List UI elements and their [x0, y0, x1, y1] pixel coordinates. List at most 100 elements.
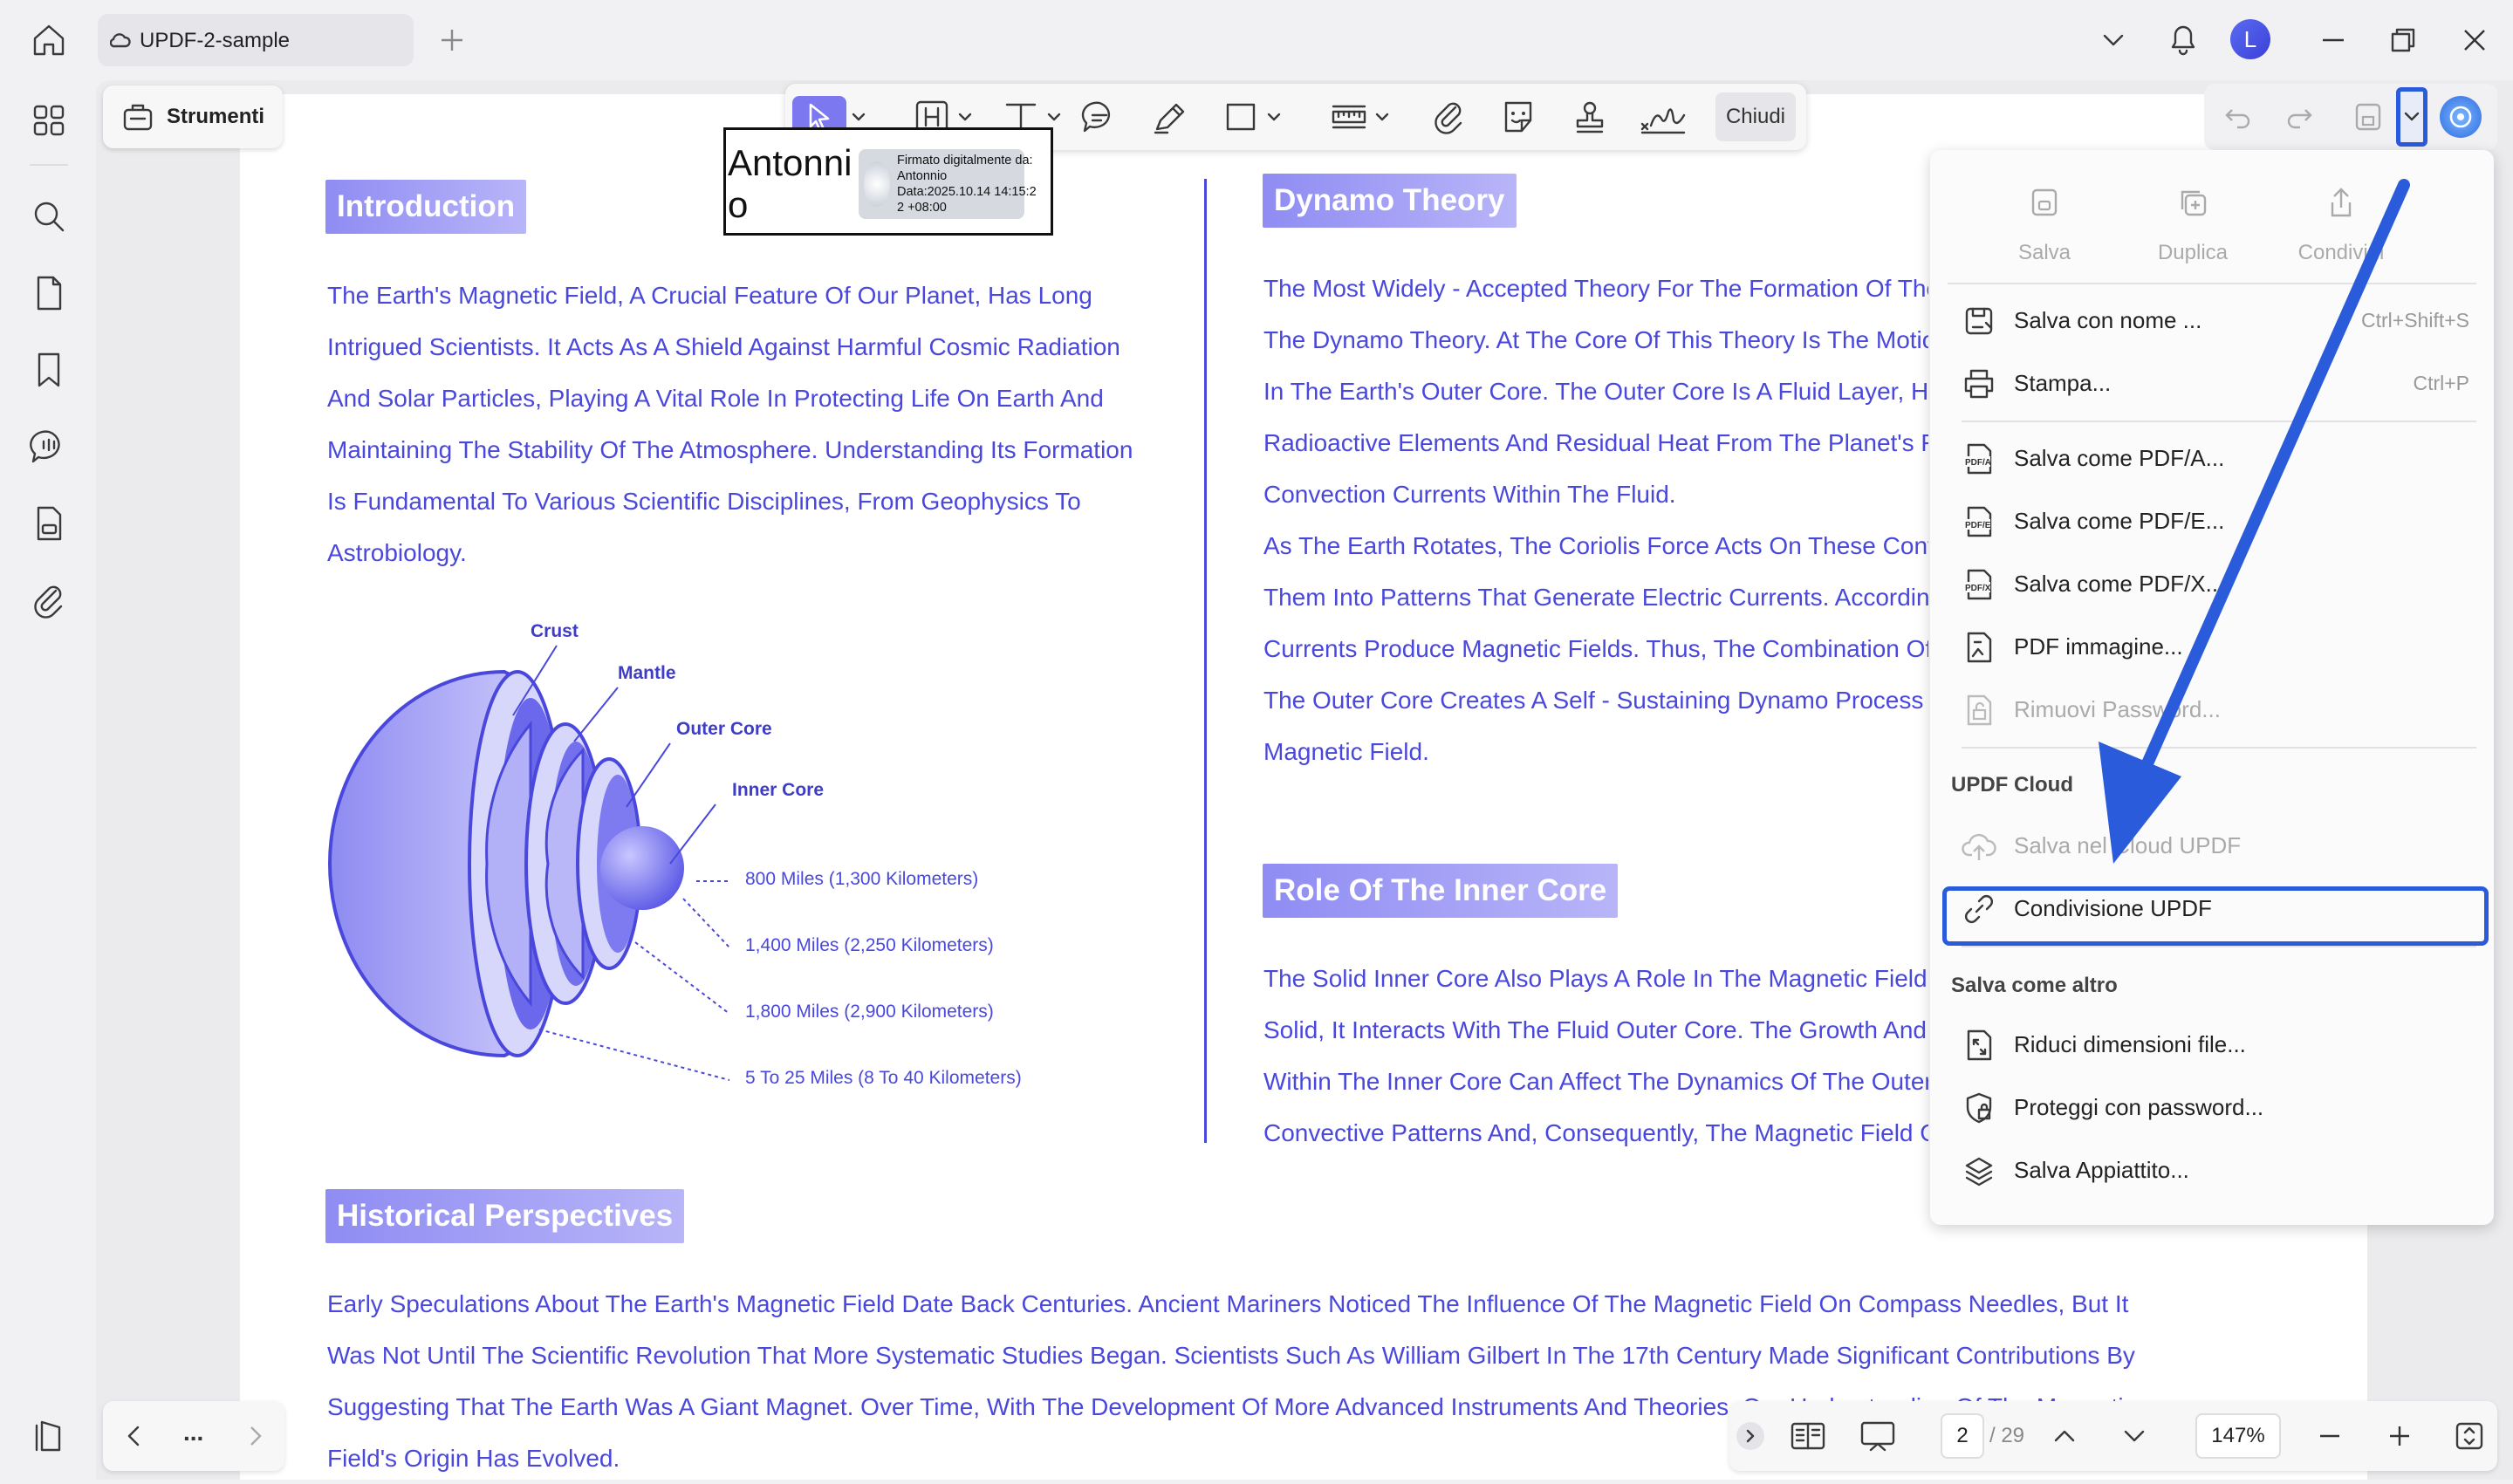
pencil-tool-icon[interactable]: [1148, 96, 1190, 138]
notification-bell-icon[interactable]: [2166, 19, 2201, 58]
zoom-in-icon[interactable]: [2386, 1422, 2414, 1450]
form-icon[interactable]: [26, 501, 72, 546]
stamp-tool-icon[interactable]: [1569, 96, 1611, 138]
text-line: Intrigued Scientists. It Acts As A Shiel…: [327, 333, 1120, 360]
presentation-icon[interactable]: [1859, 1419, 1897, 1453]
close-window-icon[interactable]: [2461, 26, 2489, 54]
save-icon[interactable]: [2351, 99, 2386, 134]
menu-item-remove-password[interactable]: Rimuovi Password...: [1949, 679, 2480, 742]
digital-signature-field[interactable]: Antonnio Firmato digitalmente da: Antonn…: [723, 127, 1053, 236]
signature-name: Antonnio: [728, 142, 853, 225]
intro-heading: Introduction: [325, 180, 527, 234]
pdfa-icon: PDF/A: [1962, 441, 1996, 476]
chevron-down-icon[interactable]: [1373, 96, 1391, 138]
minimize-icon[interactable]: [2319, 26, 2347, 54]
menu-item-label: PDF immagine...: [2014, 633, 2183, 660]
highlighted-menu-item-outline: [1942, 886, 2489, 946]
save-as-icon: [1962, 304, 1996, 339]
signature-stamp: Firmato digitalmente da: Antonnio Data:2…: [859, 149, 1037, 219]
menu-item-shortcut: Ctrl+P: [2413, 372, 2469, 394]
menu-item-save-pdfx[interactable]: PDF/X Salva come PDF/X...: [1949, 553, 2480, 616]
text-line: Early Speculations About The Earth's Mag…: [327, 1290, 2129, 1317]
intro-paragraph: The Earth's Magnetic Field, A Crucial Fe…: [327, 270, 1133, 578]
chevron-down-icon[interactable]: [1265, 96, 1283, 138]
menu-item-image-pdf[interactable]: PDF immagine...: [1949, 616, 2480, 679]
avatar[interactable]: L: [2230, 19, 2270, 59]
text-line: In The Earth's Outer Core. The Outer Cor…: [1263, 378, 1928, 405]
pdfe-icon-text: PDF/E: [1965, 521, 1991, 530]
menu-item-print[interactable]: Stampa... Ctrl+P: [1949, 352, 2480, 415]
page-number-input[interactable]: 2: [1941, 1413, 1984, 1459]
pdfe-icon: PDF/E: [1962, 504, 1996, 539]
bookmark-icon[interactable]: [26, 347, 72, 393]
text-line: Radioactive Elements And Residual Heat F…: [1263, 429, 1928, 456]
layers-icon[interactable]: [26, 1413, 72, 1459]
chevron-down-icon[interactable]: [2099, 26, 2127, 54]
search-icon[interactable]: [26, 194, 72, 239]
chevron-right-icon[interactable]: [241, 1422, 269, 1450]
duplicate-button[interactable]: Duplica: [2119, 185, 2267, 265]
menu-item-save-as[interactable]: Salva con nome ... Ctrl+Shift+S: [1949, 290, 2480, 352]
text-line: Solid, It Interacts With The Fluid Outer…: [1263, 1016, 1928, 1043]
menu-item-reduce-size[interactable]: Riduci dimensioni file...: [1949, 1014, 2480, 1077]
chevron-up-icon[interactable]: [2051, 1422, 2078, 1450]
sticker-tool-icon[interactable]: [1497, 96, 1539, 138]
menu-item-save-to-cloud[interactable]: Salva nel Cloud UPDF: [1949, 815, 2480, 878]
tools-button[interactable]: Strumenti: [103, 85, 283, 148]
unlock-file-icon: [1962, 693, 1996, 728]
menu-item-protect-password[interactable]: Proteggi con password...: [1949, 1077, 2480, 1139]
save-options-dropdown[interactable]: [2396, 87, 2427, 147]
fit-page-icon[interactable]: [2454, 1420, 2485, 1452]
attachment-icon[interactable]: [26, 578, 72, 623]
comment-tool-icon[interactable]: [1078, 96, 1120, 138]
menu-item-save-pdfe[interactable]: PDF/E Salva come PDF/E...: [1949, 490, 2480, 553]
zoom-level[interactable]: 147%: [2195, 1413, 2281, 1459]
menu-item-label: Salva come PDF/E...: [2014, 508, 2225, 534]
signature-tool-icon[interactable]: [1639, 96, 1688, 138]
comment-icon[interactable]: [26, 424, 72, 469]
reading-mode-icon[interactable]: [1789, 1419, 1827, 1453]
document-tab[interactable]: UPDF-2-sample: [98, 14, 414, 66]
more-button[interactable]: ...: [183, 1419, 203, 1446]
thumbnails-icon[interactable]: [26, 98, 72, 143]
text-line: And Solar Particles, Playing A Vital Rol…: [327, 385, 1104, 412]
text-line: The Dynamo Theory. At The Core Of This T…: [1263, 326, 1928, 353]
chevron-down-icon[interactable]: [2120, 1422, 2148, 1450]
zoom-out-icon[interactable]: [2316, 1422, 2344, 1450]
menu-item-label: Salva nel Cloud UPDF: [2014, 832, 2242, 858]
shield-lock-icon: [1962, 1091, 1996, 1125]
menu-item-save-flattened[interactable]: Salva Appiattito...: [1949, 1139, 2480, 1202]
quick-save-button[interactable]: Salva: [1970, 185, 2119, 265]
share-button[interactable]: Condividi: [2267, 185, 2415, 265]
new-tab-icon[interactable]: [438, 26, 466, 54]
rectangle-tool-icon[interactable]: [1220, 96, 1262, 138]
measure-tool-icon[interactable]: [1328, 96, 1370, 138]
undo-icon[interactable]: [2222, 101, 2253, 133]
text-line: The Earth's Magnetic Field, A Crucial Fe…: [327, 282, 1092, 309]
ai-assistant-icon[interactable]: [2440, 96, 2482, 138]
menu-item-label: Stampa...: [2014, 370, 2112, 396]
chevron-left-icon[interactable]: [120, 1422, 148, 1450]
close-tools-button[interactable]: Chiudi: [1715, 92, 1796, 141]
menu-item-label: Salva come PDF/X...: [2014, 571, 2225, 597]
page-icon[interactable]: [26, 270, 72, 316]
text-line: Convective Patterns And, Consequently, T…: [1263, 1119, 1928, 1146]
menu-item-label: Riduci dimensioni file...: [2014, 1031, 2246, 1057]
expand-icon[interactable]: [1736, 1422, 1764, 1450]
text-line: The Most Widely - Accepted Theory For Th…: [1263, 275, 1928, 302]
text-line: Within The Inner Core Can Affect The Dyn…: [1263, 1068, 1928, 1095]
pdfx-icon-text: PDF/X: [1965, 584, 1991, 593]
diagram-depth-1: 800 Miles (1,300 Kilometers): [745, 869, 979, 889]
home-icon[interactable]: [30, 21, 68, 59]
diagram-label-crust: Crust: [531, 621, 579, 641]
text-line: Is Fundamental To Various Scientific Dis…: [327, 488, 1081, 515]
menu-separator: [1962, 946, 2476, 947]
redo-icon[interactable]: [2284, 101, 2316, 133]
left-sidebar: [7, 80, 91, 1480]
inner-core-paragraph: The Solid Inner Core Also Plays A Role I…: [1263, 953, 1928, 1159]
attachment-tool-icon[interactable]: [1428, 96, 1469, 138]
diagram-label-inner-core: Inner Core: [732, 780, 825, 800]
menu-item-save-pdfa[interactable]: PDF/A Salva come PDF/A...: [1949, 427, 2480, 490]
restore-icon[interactable]: [2389, 26, 2417, 54]
dynamo-heading: Dynamo Theory: [1263, 174, 1517, 228]
